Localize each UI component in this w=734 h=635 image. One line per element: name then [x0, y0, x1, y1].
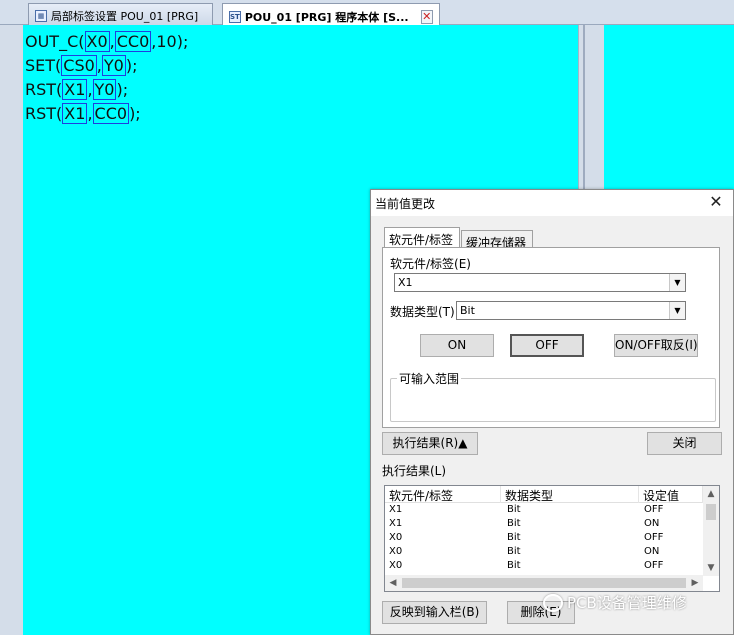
row-datatype: Bit: [507, 518, 521, 529]
device-label: 软元件/标签(E): [390, 257, 471, 271]
datatype-label: 数据类型(T): [390, 305, 455, 319]
scroll-right-icon[interactable]: ▶: [687, 575, 703, 591]
row-setvalue: OFF: [644, 532, 664, 543]
tab-label: POU_01 [PRG] 程序本体 [S...: [244, 10, 409, 24]
vertical-scrollbar[interactable]: ▲ ▼: [703, 486, 719, 576]
code-line[interactable]: RST(X1, CC0);: [25, 103, 141, 124]
table-row[interactable]: X1 Bit ON: [385, 518, 703, 532]
row-device: X0: [389, 532, 403, 543]
datatype-value: Bit: [460, 304, 475, 317]
device-tab-pane: 软元件/标签(E) X1 ▼ 数据类型(T) Bit ▼ ON OFF ON/O…: [382, 247, 720, 428]
table-row[interactable]: X0 Bit ON: [385, 546, 703, 560]
device-highlight: X1: [62, 103, 88, 124]
code-text: ,: [87, 104, 93, 123]
table-row[interactable]: X0 Bit OFF: [385, 532, 703, 546]
toggle-on-off-button[interactable]: ON/OFF取反(I): [614, 334, 698, 357]
datatype-combobox[interactable]: Bit ▼: [456, 301, 686, 320]
row-setvalue: OFF: [644, 560, 664, 571]
device-highlight: X1: [62, 79, 88, 100]
scroll-up-icon[interactable]: ▲: [703, 486, 719, 502]
horizontal-scrollbar[interactable]: ◀ ▶: [385, 575, 703, 591]
table-row[interactable]: X1 Bit OFF: [385, 504, 703, 518]
row-datatype: Bit: [507, 532, 521, 543]
chevron-down-icon[interactable]: ▼: [669, 302, 685, 319]
editor-gutter: [0, 25, 23, 635]
watermark-text: PCB设备管理维修: [567, 594, 687, 612]
scroll-down-icon[interactable]: ▼: [703, 560, 719, 576]
scroll-thumb[interactable]: [706, 504, 716, 520]
code-line[interactable]: RST(X1, Y0);: [25, 79, 129, 100]
off-button[interactable]: OFF: [510, 334, 584, 357]
watermark: PCB设备管理维修: [543, 592, 687, 613]
device-value: X1: [398, 276, 413, 289]
input-range-label: 可输入范围: [397, 370, 462, 387]
tab-label: 局部标签设置 POU_01 [PRG]: [51, 10, 199, 23]
code-text: SET(: [25, 56, 62, 75]
close-icon[interactable]: ✕: [707, 193, 725, 211]
row-setvalue: ON: [644, 546, 660, 557]
code-text: OUT_C(: [25, 32, 85, 51]
row-datatype: Bit: [507, 504, 521, 515]
close-tab-icon[interactable]: ✕: [420, 9, 433, 24]
current-value-change-dialog: 当前值更改 ✕ 软元件/标签 缓冲存储器 软元件/标签(E) X1 ▼ 数据类型…: [370, 189, 734, 635]
code-text: ,: [109, 32, 115, 51]
tab-program-body[interactable]: ST POU_01 [PRG] 程序本体 [S... ✕: [222, 3, 440, 26]
row-setvalue: OFF: [644, 504, 664, 515]
code-text: ,10);: [151, 32, 189, 51]
input-range-group: 可输入范围: [390, 370, 716, 422]
scroll-left-icon[interactable]: ◀: [385, 575, 401, 591]
result-list[interactable]: 软元件/标签 数据类型 设定值 X1 Bit OFF X1 Bit ON X0 Bit OF…: [384, 485, 720, 592]
st-program-icon: ST: [229, 10, 241, 23]
code-text: );: [116, 80, 129, 99]
chevron-down-icon[interactable]: ▼: [669, 274, 685, 291]
code-text: ,: [87, 80, 93, 99]
code-text: );: [129, 104, 141, 123]
code-text: );: [125, 56, 138, 75]
dialog-title: 当前值更改: [371, 190, 733, 216]
scroll-thumb[interactable]: [402, 578, 686, 588]
code-line[interactable]: OUT_C(X0, CC0,10);: [25, 31, 189, 52]
tab-device-label[interactable]: 软元件/标签: [384, 227, 460, 249]
toggle-result-button[interactable]: 执行结果(R)▲: [382, 432, 478, 455]
wechat-logo-icon: [543, 593, 563, 612]
column-header-setvalue[interactable]: 设定值: [639, 486, 703, 503]
code-text: RST(: [25, 104, 63, 123]
device-highlight: CS0: [61, 55, 97, 76]
row-setvalue: ON: [644, 518, 660, 529]
device-highlight: CC0: [114, 31, 152, 52]
result-label: 执行结果(L): [382, 464, 447, 478]
row-datatype: Bit: [507, 560, 521, 571]
close-button[interactable]: 关闭: [647, 432, 722, 455]
device-combobox[interactable]: X1 ▼: [394, 273, 686, 292]
code-text: RST(: [25, 80, 63, 99]
tab-local-label-settings[interactable]: ▦ 局部标签设置 POU_01 [PRG]: [28, 3, 213, 25]
table-row[interactable]: X0 Bit OFF: [385, 560, 703, 574]
reflect-to-input-button[interactable]: 反映到输入栏(B): [382, 601, 487, 624]
row-device: X1: [389, 518, 403, 529]
column-header-datatype[interactable]: 数据类型: [501, 486, 639, 503]
result-list-header: 软元件/标签 数据类型 设定值: [385, 486, 719, 503]
device-highlight: Y0: [101, 55, 126, 76]
device-highlight: X0: [84, 31, 110, 52]
row-device: X1: [389, 504, 403, 515]
local-label-icon: ▦: [35, 10, 47, 22]
row-device: X0: [389, 546, 403, 557]
on-button[interactable]: ON: [420, 334, 494, 357]
column-header-device[interactable]: 软元件/标签: [385, 486, 501, 503]
row-datatype: Bit: [507, 546, 521, 557]
code-line[interactable]: SET(CS0, Y0);: [25, 55, 138, 76]
device-highlight: CC0: [92, 103, 130, 124]
device-highlight: Y0: [92, 79, 117, 100]
document-tab-bar: ▦ 局部标签设置 POU_01 [PRG] ST POU_01 [PRG] 程序…: [0, 0, 734, 26]
row-device: X0: [389, 560, 403, 571]
